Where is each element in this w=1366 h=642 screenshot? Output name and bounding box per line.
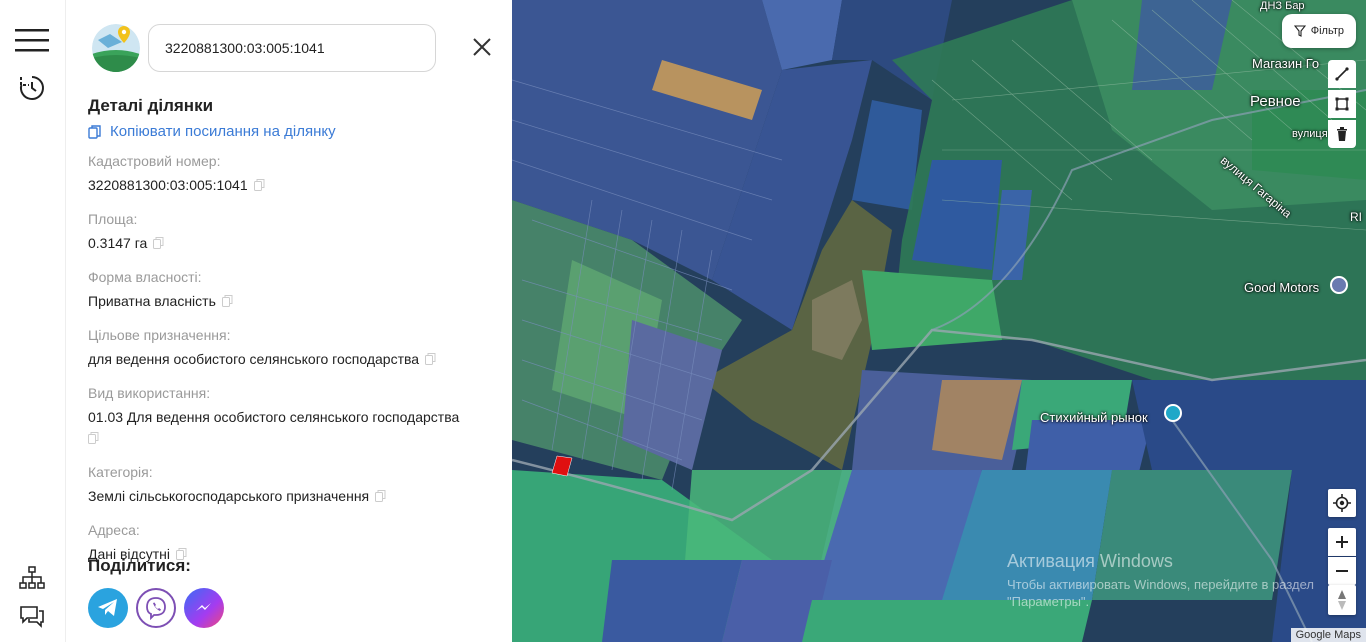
map-label: Ревное — [1250, 93, 1301, 110]
compass-icon[interactable] — [1328, 585, 1356, 615]
copy-icon — [88, 124, 101, 139]
details-panel: Деталі ділянки Копіювати посилання на ді… — [66, 0, 512, 642]
filter-label: Фільтр — [1310, 25, 1344, 37]
windows-watermark: Активация Windows Чтобы активировать Win… — [1007, 551, 1327, 610]
field-label: Категорія: — [88, 464, 153, 480]
map-label: вулиця — [1292, 128, 1328, 140]
field-purpose: Цільове призначення: для ведення особист… — [88, 327, 498, 369]
menu-icon[interactable] — [14, 22, 50, 58]
map-attribution[interactable]: Google Maps — [1290, 628, 1366, 642]
copy-link-button[interactable]: Копіювати посилання на ділянку — [88, 123, 336, 140]
details-fields: Кадастровий номер: 3220881300:03:005:104… — [88, 153, 498, 564]
field-value: 01.03 Для ведення особистого селянського… — [88, 408, 498, 448]
watermark-title: Активация Windows — [1007, 551, 1173, 571]
share-title: Поділитися: — [88, 556, 191, 575]
map-view[interactable]: Магазин Го Ревное вулиця вулиця Гагаріна… — [512, 0, 1366, 642]
field-label: Кадастровий номер: — [88, 153, 221, 169]
field-label: Площа: — [88, 211, 138, 227]
field-label: Форма власності: — [88, 269, 202, 285]
field-cadastral: Кадастровий номер: 3220881300:03:005:104… — [88, 153, 498, 195]
copy-icon[interactable] — [88, 430, 99, 448]
field-value: Приватна власність — [88, 292, 498, 311]
shop-icon — [1164, 404, 1182, 422]
ruler-icon[interactable] — [1328, 60, 1356, 88]
copy-icon[interactable] — [221, 293, 233, 311]
details-title: Деталі ділянки — [88, 96, 214, 115]
field-ownership: Форма власності: Приватна власність — [88, 269, 498, 311]
field-area: Площа: 0.3147 га — [88, 211, 498, 253]
field-label: Адреса: — [88, 522, 140, 538]
field-usage: Вид використання: 01.03 Для ведення особ… — [88, 385, 498, 448]
field-value: 3220881300:03:005:1041 — [88, 176, 498, 195]
left-rail — [0, 0, 66, 642]
history-icon[interactable] — [14, 70, 50, 106]
map-label: RI — [1350, 210, 1362, 224]
filter-icon — [1293, 25, 1306, 37]
trash-icon[interactable] — [1328, 120, 1356, 148]
locate-icon[interactable] — [1328, 489, 1356, 517]
copy-icon[interactable] — [425, 351, 436, 369]
field-value: Землі сільськогосподарського призначення — [88, 487, 498, 506]
messenger-icon[interactable] — [184, 588, 224, 628]
telegram-icon[interactable] — [88, 588, 128, 628]
car-icon — [1330, 276, 1348, 294]
zoom-in-button[interactable] — [1328, 528, 1356, 556]
filter-button[interactable]: Фільтр — [1281, 14, 1356, 48]
map-label: Good Motors — [1244, 280, 1320, 295]
sitemap-icon[interactable] — [14, 560, 50, 596]
field-category: Категорія: Землі сільськогосподарського … — [88, 464, 498, 506]
map-canvas — [512, 0, 1366, 642]
copy-link-label: Копіювати посилання на ділянку — [110, 123, 336, 140]
close-icon[interactable] — [468, 33, 496, 61]
map-label: Магазин Го — [1252, 56, 1320, 71]
map-label: Стихийный рынок — [1040, 410, 1148, 425]
search-input[interactable] — [148, 24, 436, 72]
app-logo — [92, 24, 140, 72]
zoom-out-button[interactable] — [1328, 557, 1356, 585]
share-buttons — [88, 588, 224, 628]
viber-icon[interactable] — [136, 588, 176, 628]
field-label: Цільове призначення: — [88, 327, 231, 343]
copy-icon[interactable] — [375, 488, 386, 506]
copy-icon[interactable] — [253, 177, 265, 195]
watermark-text: Чтобы активировать Windows, перейдите в … — [1007, 577, 1314, 609]
map-label: ДНЗ Бар — [1260, 0, 1305, 12]
field-value: 0.3147 га — [88, 234, 498, 253]
chat-icon[interactable] — [14, 598, 50, 634]
copy-icon[interactable] — [153, 235, 164, 253]
field-label: Вид використання: — [88, 385, 211, 401]
field-value: для ведення особистого селянського госпо… — [88, 350, 498, 369]
polygon-icon[interactable] — [1328, 90, 1356, 118]
